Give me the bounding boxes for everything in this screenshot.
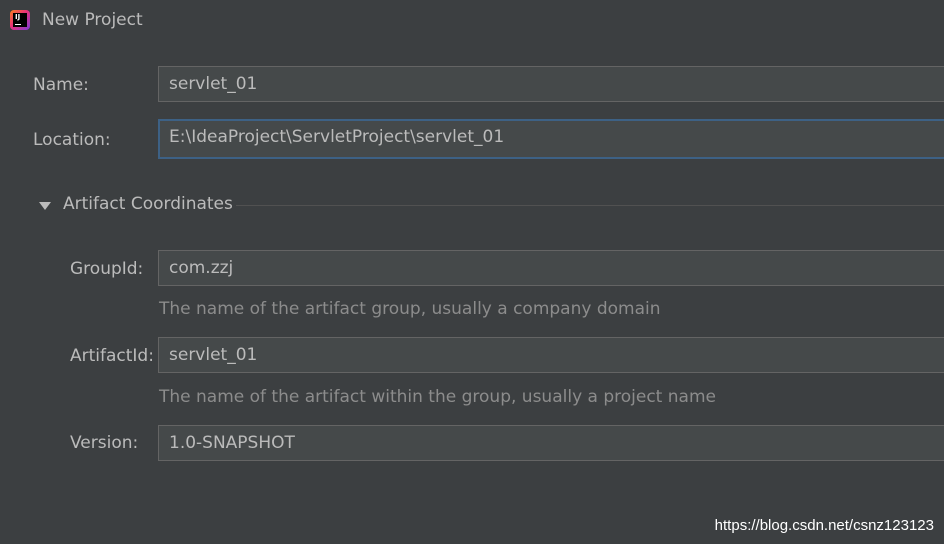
title-bar: IJ New Project bbox=[0, 0, 944, 40]
location-label: Location: bbox=[33, 130, 111, 150]
name-field[interactable]: servlet_01 bbox=[158, 66, 944, 102]
expand-triangle-icon bbox=[39, 202, 51, 210]
artifactid-hint: The name of the artifact within the grou… bbox=[159, 387, 716, 407]
window-title: New Project bbox=[42, 10, 143, 30]
name-label: Name: bbox=[33, 75, 89, 95]
app-icon-text: IJ bbox=[15, 13, 21, 21]
section-divider bbox=[236, 205, 944, 206]
groupid-label: GroupId: bbox=[70, 259, 144, 279]
intellij-idea-icon: IJ bbox=[10, 10, 30, 30]
artifact-coordinates-label: Artifact Coordinates bbox=[63, 194, 233, 214]
artifactid-label: ArtifactId: bbox=[70, 346, 154, 366]
groupid-field[interactable]: com.zzj bbox=[158, 250, 944, 286]
location-field[interactable]: E:\IdeaProject\ServletProject\servlet_01 bbox=[158, 119, 944, 159]
version-label: Version: bbox=[70, 433, 139, 453]
version-field[interactable]: 1.0-SNAPSHOT bbox=[158, 425, 944, 461]
groupid-hint: The name of the artifact group, usually … bbox=[159, 299, 661, 319]
watermark-url: https://blog.csdn.net/csnz123123 bbox=[714, 517, 934, 534]
artifactid-field[interactable]: servlet_01 bbox=[158, 337, 944, 373]
